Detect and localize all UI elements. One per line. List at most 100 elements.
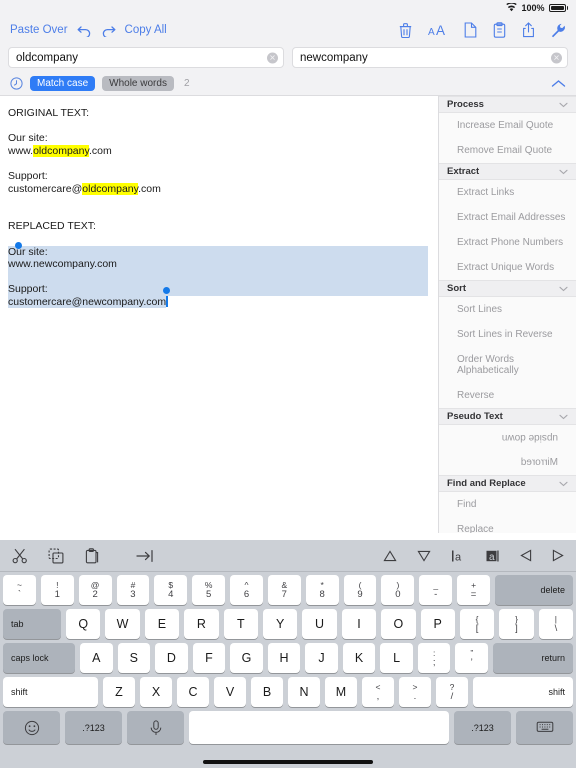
key-l[interactable]: L xyxy=(380,643,413,673)
panel-item-extract-phone-numbers[interactable]: Extract Phone Numbers xyxy=(439,230,576,255)
paste-icon[interactable] xyxy=(84,547,100,564)
key-h[interactable]: H xyxy=(267,643,301,673)
panel-item-extract-links[interactable]: Extract Links xyxy=(439,180,576,205)
key-e[interactable]: E xyxy=(144,609,180,639)
key-d[interactable]: D xyxy=(155,643,188,673)
key-4[interactable]: $4 xyxy=(154,575,188,605)
key-1[interactable]: ! 1 xyxy=(40,575,74,605)
key-0[interactable]: ) 0 xyxy=(381,575,415,605)
key-r[interactable]: R xyxy=(184,609,219,639)
text-editor[interactable]: ORIGINAL TEXT: Our site: www.oldcompany.… xyxy=(0,96,438,533)
key-bracket-right[interactable]: }] xyxy=(499,609,534,639)
replace-clear-icon[interactable]: ✕ xyxy=(551,52,562,63)
panel-group-pseudo-text[interactable]: Pseudo Text xyxy=(439,408,576,425)
key-m[interactable]: M xyxy=(325,677,357,707)
text-selection[interactable]: Our site: www.newcompany.com Support: cu… xyxy=(8,241,428,309)
triangle-right-icon[interactable] xyxy=(552,549,564,562)
emoji-icon[interactable] xyxy=(3,711,60,744)
key-w[interactable]: W xyxy=(105,609,140,639)
panel-group-sort[interactable]: Sort xyxy=(439,280,576,297)
key-bracket-left[interactable]: {[ xyxy=(459,609,495,639)
whole-words-toggle[interactable]: Whole words xyxy=(102,75,174,91)
key-delete[interactable]: delete xyxy=(494,575,573,605)
find-clear-icon[interactable]: ✕ xyxy=(267,52,278,63)
key-3[interactable]: #3 xyxy=(116,575,150,605)
key-7[interactable]: & 7 xyxy=(267,575,301,605)
triangle-left-icon[interactable] xyxy=(520,549,532,562)
key-n[interactable]: N xyxy=(288,677,320,707)
key-semicolon[interactable]: :; xyxy=(417,643,451,673)
key-numbers-left[interactable]: .?123 xyxy=(65,711,122,744)
chevron-down-icon[interactable] xyxy=(559,481,568,487)
panel-item-extract-unique-words[interactable]: Extract Unique Words xyxy=(439,255,576,280)
key-space[interactable] xyxy=(189,711,449,744)
key-2[interactable]: @2 xyxy=(78,575,112,605)
panel-item-mirrored[interactable]: Mirrored xyxy=(439,450,576,475)
key-tab[interactable]: tab xyxy=(3,609,61,639)
triangle-down-icon[interactable] xyxy=(417,550,431,562)
key-a[interactable]: A xyxy=(80,643,113,673)
panel-item-sort-lines[interactable]: Sort Lines xyxy=(439,297,576,322)
triangle-up-icon[interactable] xyxy=(383,549,397,562)
chevron-down-icon[interactable] xyxy=(559,414,568,420)
cursor-before-text-icon[interactable]: a xyxy=(451,549,465,563)
key-backslash[interactable]: | \ xyxy=(538,609,574,639)
key-quote[interactable]: ”’ xyxy=(455,643,489,673)
clock-icon[interactable] xyxy=(10,76,23,90)
key-c[interactable]: C xyxy=(177,677,209,707)
key-z[interactable]: Z xyxy=(103,677,135,707)
copy-all-button[interactable]: Copy All xyxy=(125,24,167,36)
share-icon[interactable] xyxy=(522,22,535,38)
key-s[interactable]: S xyxy=(117,643,151,673)
key-9[interactable]: (9 xyxy=(343,575,377,605)
key-return[interactable]: return xyxy=(493,643,574,673)
chevron-down-icon[interactable] xyxy=(559,102,568,108)
panel-item-remove-email-quote[interactable]: Remove Email Quote xyxy=(439,138,576,163)
key-p[interactable]: P xyxy=(420,609,455,639)
replace-input[interactable]: newcompany ✕ xyxy=(292,47,568,68)
wrench-icon[interactable] xyxy=(551,23,566,38)
key-b[interactable]: B xyxy=(251,677,283,707)
key-shift-right[interactable]: shift xyxy=(473,677,573,707)
redo-icon[interactable] xyxy=(101,24,116,37)
key-v[interactable]: V xyxy=(214,677,246,707)
key-j[interactable]: J xyxy=(305,643,338,673)
panel-item-upside-down[interactable]: upside down xyxy=(439,425,576,450)
key-5[interactable]: % 5 xyxy=(192,575,226,605)
key-6[interactable]: ^ 6 xyxy=(230,575,263,605)
panel-item-find[interactable]: Find xyxy=(439,492,576,517)
chevron-up-icon[interactable] xyxy=(551,79,566,88)
key-k[interactable]: K xyxy=(342,643,376,673)
copy-icon[interactable] xyxy=(48,548,64,564)
panel-group-process[interactable]: Process xyxy=(439,96,576,113)
indent-icon[interactable] xyxy=(136,549,154,563)
panel-item-reverse[interactable]: Reverse xyxy=(439,383,576,408)
selection-handle-end[interactable] xyxy=(163,286,170,294)
panel-group-find-and-replace[interactable]: Find and Replace xyxy=(439,475,576,492)
hide-keyboard-icon[interactable] xyxy=(516,711,573,744)
panel-item-order-words-alphabetically[interactable]: Order Words Alphabetically xyxy=(439,347,576,383)
key-q[interactable]: Q xyxy=(66,609,101,639)
key-8[interactable]: * 8 xyxy=(305,575,339,605)
microphone-icon[interactable] xyxy=(127,711,184,744)
key-period[interactable]: >. xyxy=(399,677,431,707)
key-i[interactable]: I xyxy=(341,609,377,639)
select-text-icon[interactable]: a xyxy=(485,549,500,563)
key-caps-lock[interactable]: caps lock xyxy=(3,643,75,673)
trash-icon[interactable] xyxy=(399,22,412,38)
key-equals[interactable]: + = xyxy=(457,575,490,605)
panel-item-extract-email-addresses[interactable]: Extract Email Addresses xyxy=(439,205,576,230)
panel-group-extract[interactable]: Extract xyxy=(439,163,576,180)
document-icon[interactable] xyxy=(464,22,477,38)
text-size-icon[interactable]: AA xyxy=(428,23,448,37)
key-shift-left[interactable]: shift xyxy=(3,677,98,707)
key-comma[interactable]: <, xyxy=(362,677,394,707)
clipboard-icon[interactable] xyxy=(493,22,506,38)
panel-item-increase-email-quote[interactable]: Increase Email Quote xyxy=(439,113,576,138)
paste-over-button[interactable]: Paste Over xyxy=(10,24,68,36)
cut-icon[interactable] xyxy=(12,548,28,564)
key-tilde[interactable]: ~ ` xyxy=(3,575,36,605)
key-t[interactable]: T xyxy=(223,609,258,639)
key-x[interactable]: X xyxy=(140,677,172,707)
key-f[interactable]: F xyxy=(192,643,226,673)
